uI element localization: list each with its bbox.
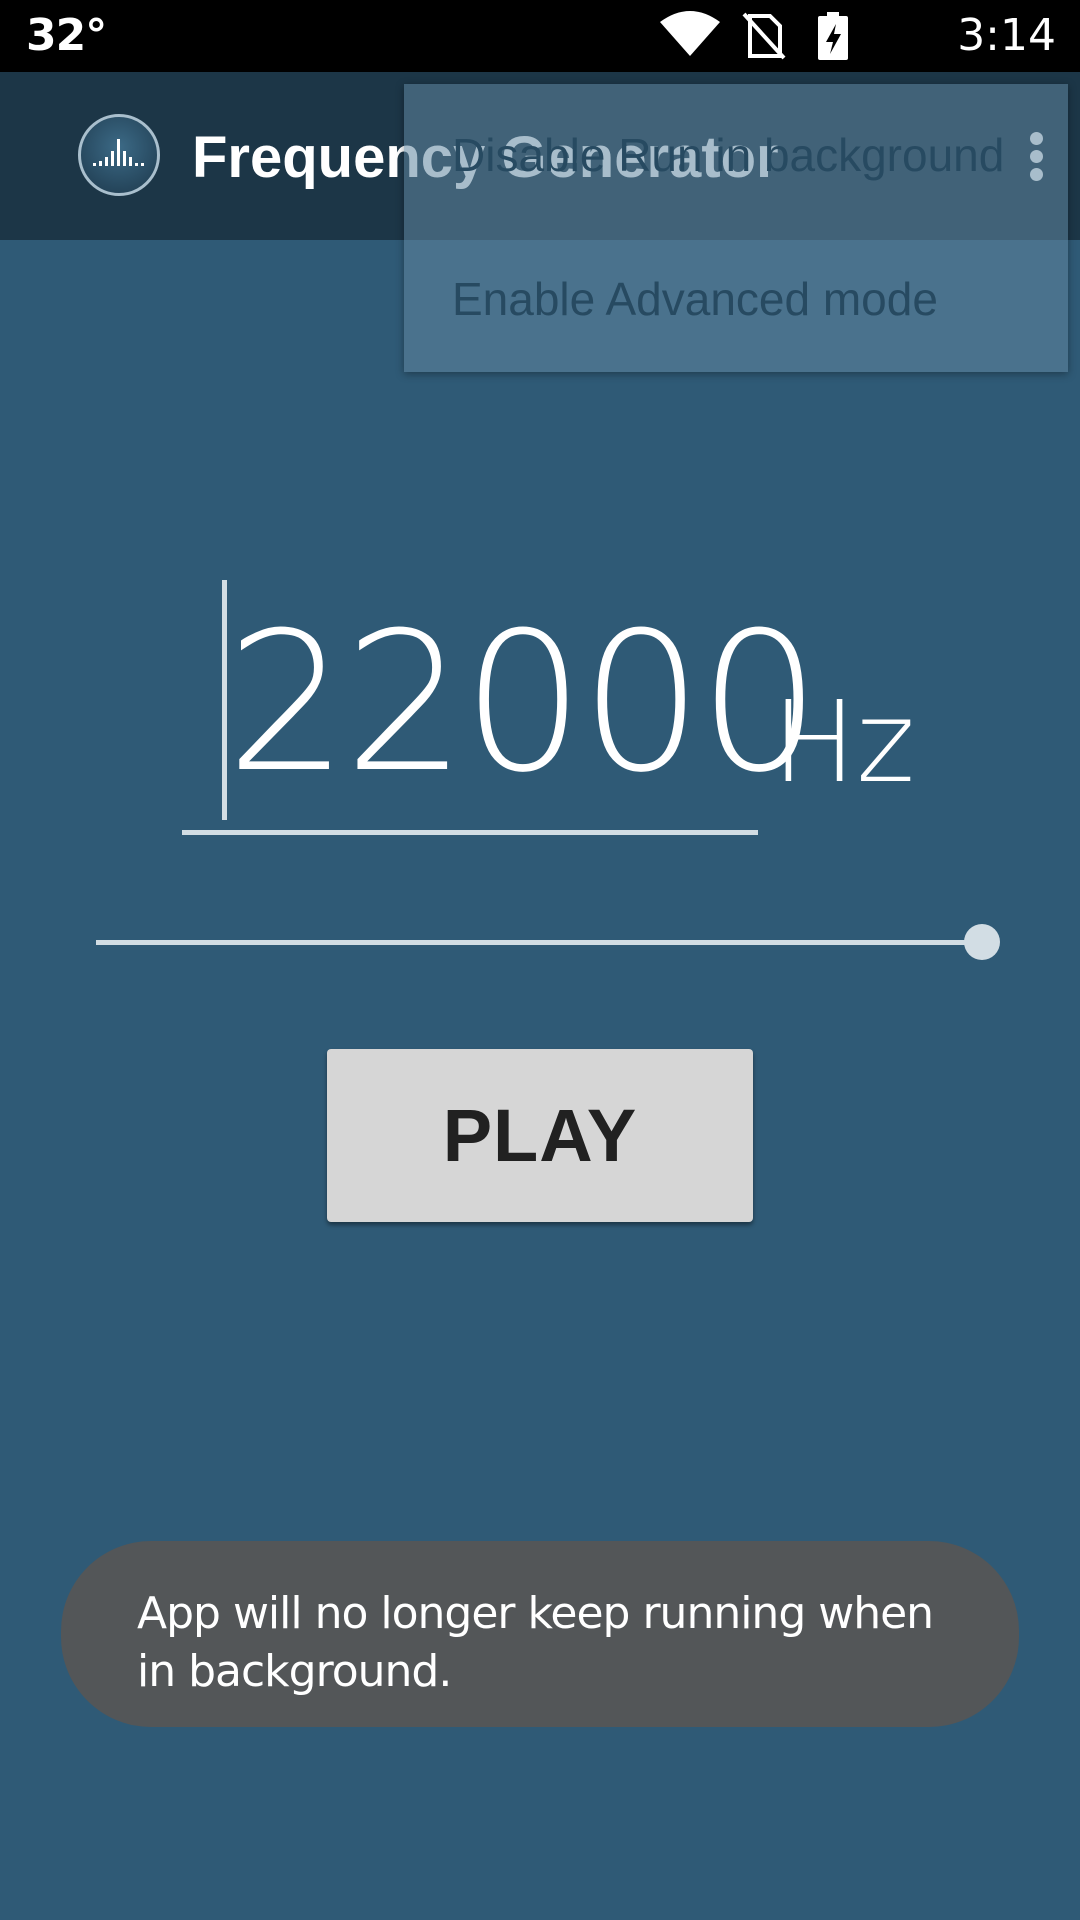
battery-charging-icon bbox=[818, 12, 848, 60]
menu-item-label: Enable Advanced mode bbox=[452, 273, 938, 325]
slider-thumb[interactable] bbox=[964, 924, 1000, 960]
slider-track bbox=[96, 940, 982, 945]
status-icons bbox=[660, 11, 848, 60]
status-bar: 32° 3:14 bbox=[0, 0, 1080, 72]
toast-message: App will no longer keep running when in … bbox=[61, 1541, 1019, 1727]
frequency-input[interactable]: 22000 bbox=[182, 560, 821, 835]
clock: 3:14 bbox=[957, 10, 1056, 61]
frequency-value: 22000 bbox=[226, 592, 821, 815]
frequency-slider[interactable] bbox=[96, 920, 1000, 964]
menu-item-label: Disable Run in background bbox=[452, 129, 1005, 181]
overflow-menu: Disable Run in background Enable Advance… bbox=[404, 84, 1068, 372]
menu-item-disable-run-in-background[interactable]: Disable Run in background bbox=[404, 84, 1068, 228]
temperature-indicator: 32° bbox=[26, 10, 107, 61]
frequency-row: 22000 Hz bbox=[0, 560, 1080, 840]
play-button[interactable]: PLAY bbox=[327, 1049, 753, 1222]
no-sim-icon bbox=[742, 12, 786, 60]
equalizer-logo-icon bbox=[78, 114, 160, 196]
menu-item-enable-advanced-mode[interactable]: Enable Advanced mode bbox=[404, 228, 1068, 372]
wifi-icon bbox=[660, 11, 720, 56]
frequency-unit: Hz bbox=[772, 678, 916, 808]
